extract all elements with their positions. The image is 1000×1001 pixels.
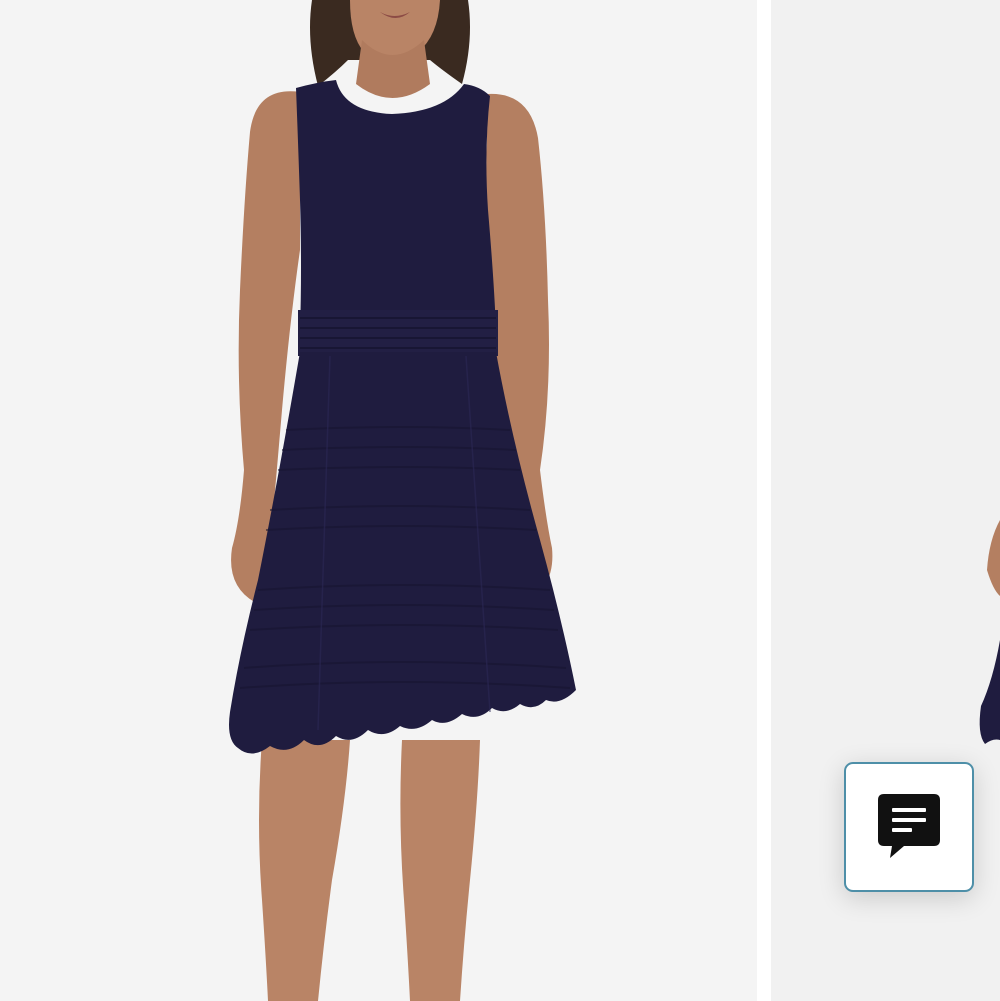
chat-bubble-icon — [878, 794, 940, 858]
left-leg-shape — [259, 740, 350, 1001]
product-photo-dress — [229, 0, 576, 1001]
product-image-gallery-page — [0, 0, 1000, 1001]
chat-button[interactable] — [844, 762, 974, 892]
next-arm-shape — [987, 520, 1000, 596]
right-leg-shape — [400, 740, 480, 1001]
dress-bodice — [296, 80, 496, 330]
gallery-image-main[interactable] — [0, 0, 757, 1001]
next-skirt-shape — [979, 640, 1000, 744]
gallery-divider — [757, 0, 771, 1001]
dress-waistband — [298, 310, 498, 356]
